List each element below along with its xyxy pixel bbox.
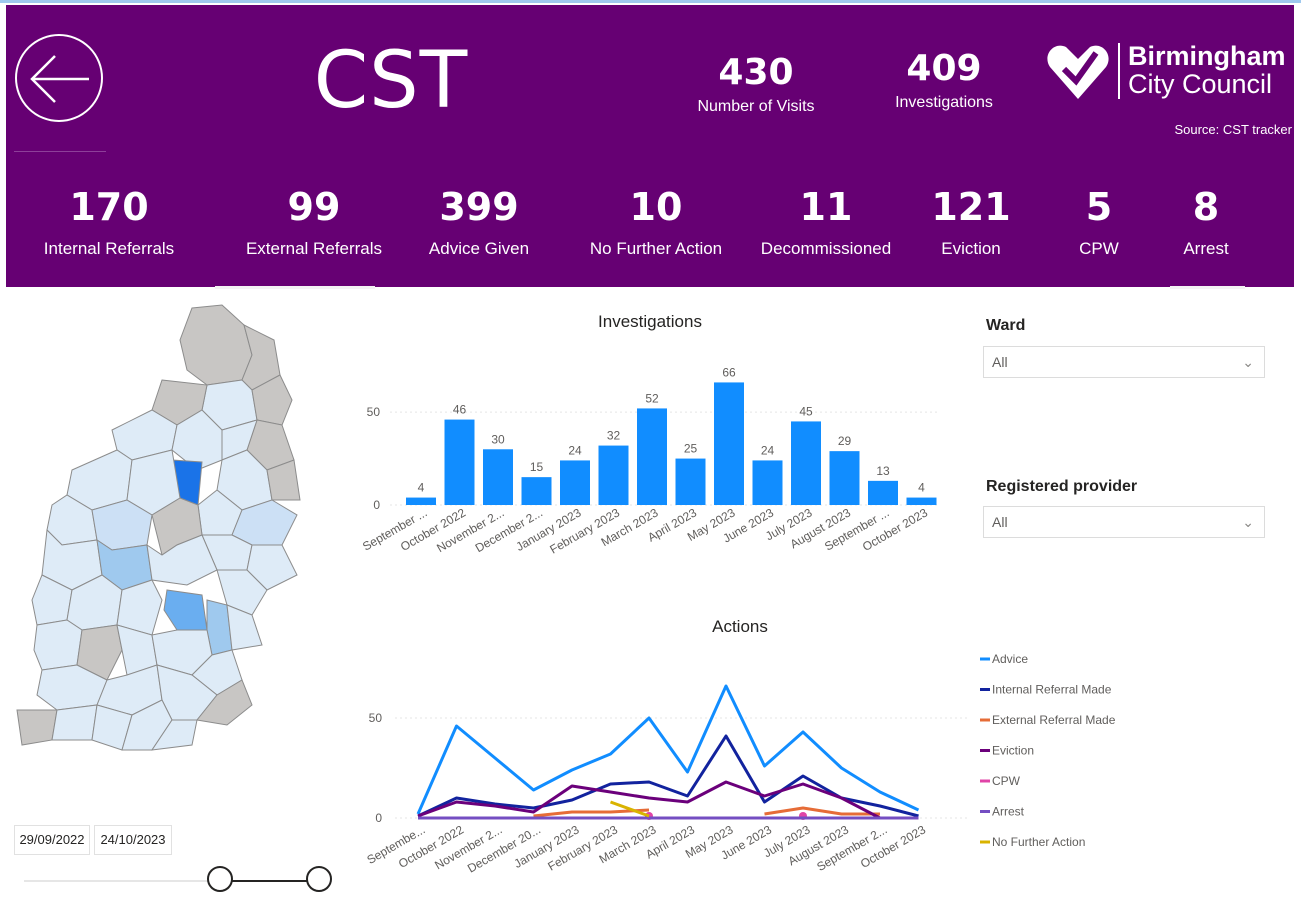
birmingham-ward-map[interactable] [12, 300, 312, 760]
visits-label: Number of Visits [697, 98, 815, 115]
logo-divider [1118, 43, 1120, 99]
source-note: Source: CST tracker [1174, 122, 1292, 137]
chevron-down-icon: ⌄ [1242, 354, 1254, 370]
kpi-label: No Further Action [589, 239, 723, 258]
kpi-value: 399 [439, 185, 519, 229]
investigations-label: Investigations [895, 94, 993, 111]
legend-label: Arrest [992, 805, 1025, 819]
bar-data-label: 4 [418, 481, 425, 495]
ward-dropdown-value: All [992, 354, 1008, 370]
investigations-chart-title: Investigations [598, 312, 702, 331]
date-slider-track[interactable] [24, 880, 224, 882]
kpi-value: 10 [629, 185, 683, 229]
start-date-input[interactable]: 29/09/2022 [14, 825, 90, 855]
ward-map[interactable] [12, 300, 312, 760]
investigations-value: 409 [906, 48, 982, 89]
bar [906, 497, 937, 505]
series-line [417, 734, 919, 818]
bar-data-label: 15 [530, 460, 544, 474]
bar [791, 421, 821, 505]
visits-value: 430 [718, 52, 794, 93]
actions-line-chart: 050Septembe...October 2022November 2...D… [364, 652, 1116, 876]
kpi-value: 99 [287, 185, 341, 229]
bar-data-label: 45 [799, 404, 813, 418]
y-tick-label: 50 [367, 405, 381, 419]
page-title: CST [313, 36, 469, 126]
bar-data-label: 25 [684, 442, 698, 456]
logo-line2: City Council [1128, 69, 1273, 99]
kpi-label: Advice Given [428, 239, 530, 258]
bar [637, 408, 667, 505]
kpi-label: Internal Referrals [43, 239, 175, 258]
logo-line1: Birmingham [1128, 41, 1286, 71]
kpi-underline [1170, 286, 1245, 289]
investigations-card: 409 Investigations [874, 49, 1014, 113]
bar [714, 382, 744, 505]
bar [829, 451, 860, 505]
kpi-value: 170 [69, 185, 149, 229]
y-tick-label: 50 [369, 711, 383, 725]
bar [868, 480, 898, 505]
actions-chart-title: Actions [712, 617, 768, 636]
legend-label: Eviction [992, 744, 1034, 758]
kpi-card: 10 No Further Action [566, 185, 746, 259]
legend-label: External Referral Made [992, 713, 1116, 727]
bar-data-label: 52 [645, 391, 659, 405]
ward-slicer-title: Ward [986, 317, 1026, 334]
bar-data-label: 24 [568, 443, 582, 457]
bar [444, 419, 475, 505]
top-border [0, 0, 1301, 3]
bar [483, 449, 513, 505]
kpi-label: Arrest [1183, 239, 1229, 258]
provider-dropdown-value: All [992, 514, 1008, 530]
chevron-down-icon: ⌄ [1242, 514, 1254, 530]
legend-label: No Further Action [992, 835, 1085, 849]
legend-label: CPW [992, 774, 1021, 788]
provider-dropdown[interactable]: All ⌄ [983, 506, 1265, 538]
bar [560, 460, 590, 505]
end-date-input[interactable]: 24/10/2023 [94, 825, 172, 855]
back-button[interactable] [15, 34, 103, 122]
ward-dropdown[interactable]: All ⌄ [983, 346, 1265, 378]
investigations-bar-chart: 0504September ...46October 202230Novembe… [360, 365, 940, 557]
y-tick-label: 0 [375, 811, 382, 825]
bar [675, 458, 706, 505]
kpi-card: 99 External Referrals [224, 185, 404, 259]
header-divider [14, 151, 106, 152]
bar [521, 477, 552, 505]
y-tick-label: 0 [373, 498, 380, 512]
bar-data-label: 29 [838, 434, 852, 448]
provider-slicer-title: Registered provider [986, 478, 1138, 495]
date-slider-end-handle[interactable] [306, 866, 332, 892]
heart-logo-icon [1047, 45, 1109, 99]
kpi-card: 399 Advice Given [389, 185, 569, 259]
bar [752, 460, 783, 505]
date-slider-start-handle[interactable] [207, 866, 233, 892]
legend-label: Advice [992, 652, 1028, 666]
visits-card: 430 Number of Visits [686, 53, 826, 117]
bar-data-label: 46 [453, 403, 467, 417]
bar [406, 497, 436, 505]
bar [598, 445, 629, 505]
bar-data-label: 13 [876, 464, 890, 478]
legend-label: Internal Referral Made [992, 683, 1112, 697]
kpi-label: External Referrals [245, 239, 383, 258]
bar-data-label: 32 [607, 429, 621, 443]
kpi-card: 8 Arrest [1116, 185, 1296, 259]
kpi-underline [215, 286, 375, 289]
bar-data-label: 66 [722, 365, 736, 379]
arrow-left-icon [30, 55, 89, 103]
kpi-row: 170 Internal Referrals 99 External Referral… [6, 185, 1294, 285]
birmingham-logo: Birmingham City Council [1046, 39, 1286, 109]
bar-data-label: 24 [761, 443, 775, 457]
bar-data-label: 30 [491, 432, 505, 446]
kpi-card: 170 Internal Referrals [19, 185, 199, 259]
kpi-value: 8 [1192, 185, 1220, 229]
bar-data-label: 4 [918, 481, 925, 495]
series-line [416, 684, 920, 815]
